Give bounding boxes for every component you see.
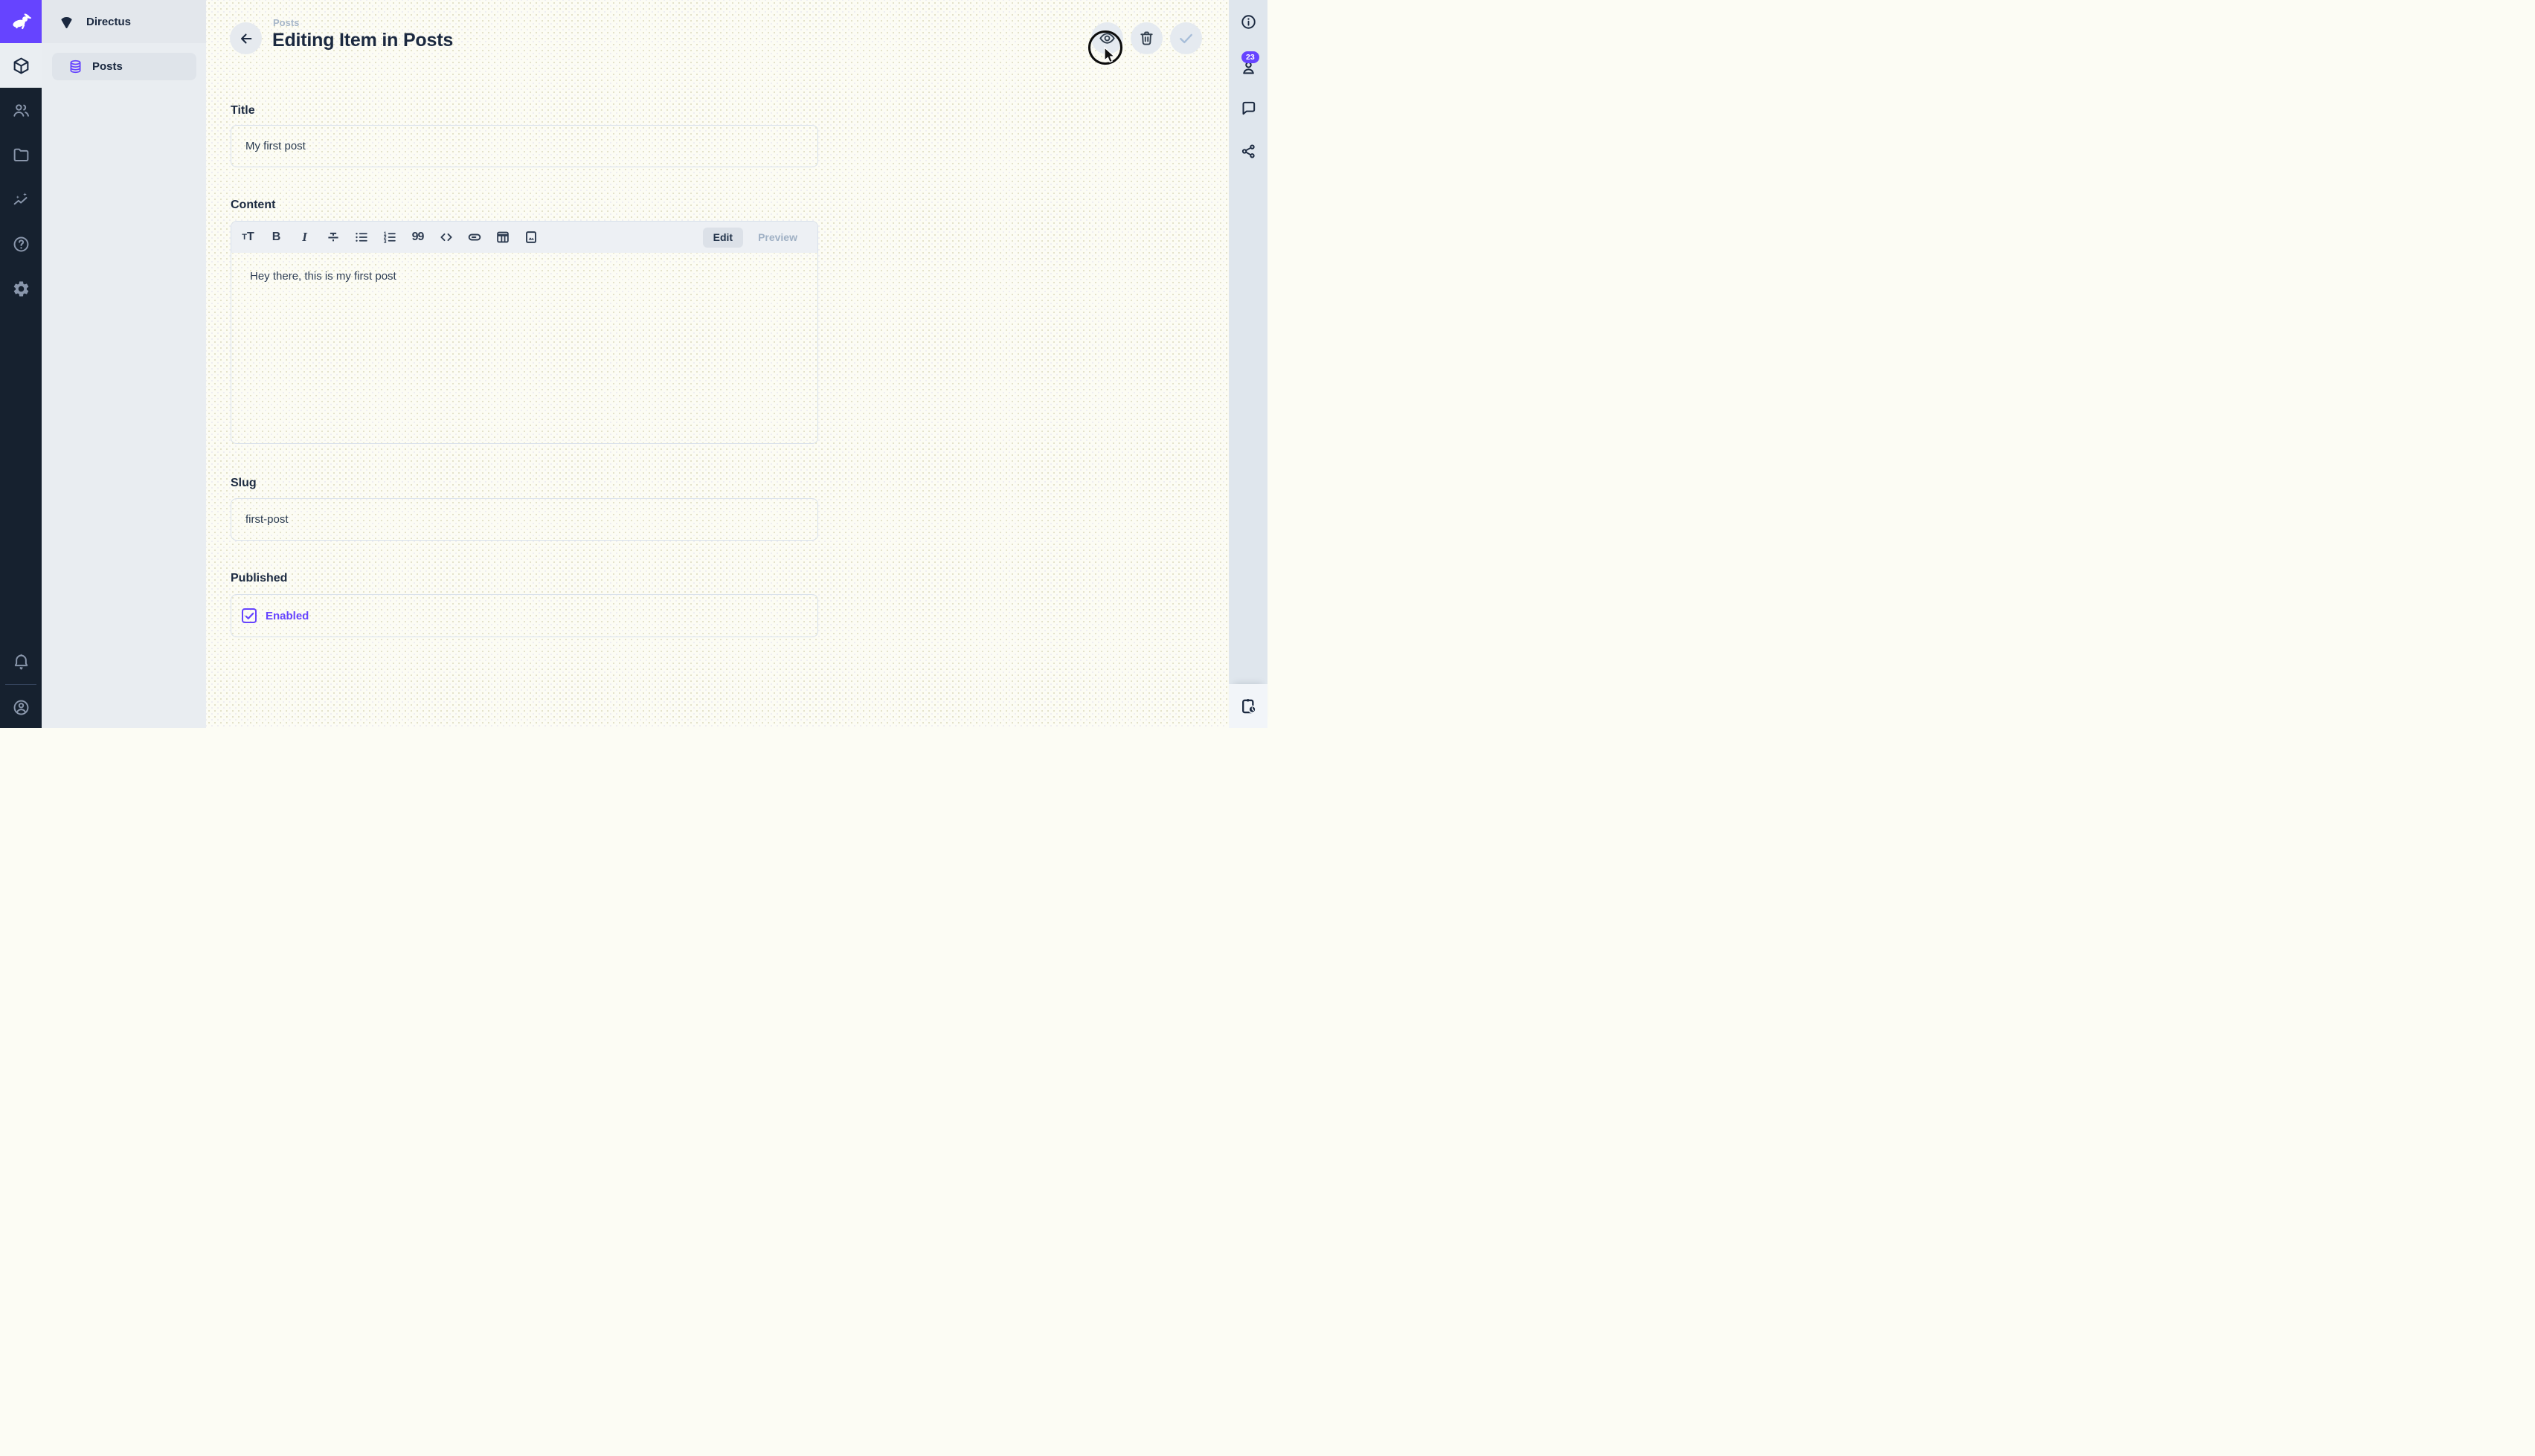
back-button[interactable] <box>230 22 262 54</box>
code-icon <box>438 229 454 245</box>
tab-preview[interactable]: Preview <box>752 231 803 243</box>
header-actions <box>1091 22 1202 54</box>
check-icon <box>1177 30 1195 47</box>
italic-button[interactable]: I <box>295 228 314 247</box>
eye-icon <box>1099 30 1116 47</box>
arrow-left-icon <box>238 30 254 47</box>
info-sidebar-button[interactable] <box>1229 0 1268 43</box>
sidebar-item-posts[interactable]: Posts <box>52 53 196 80</box>
field-content: Content <box>231 199 818 212</box>
account-button[interactable] <box>0 686 42 728</box>
directus-logo[interactable] <box>0 0 42 43</box>
field-title: Title <box>231 104 818 117</box>
gear-icon <box>12 280 30 298</box>
field-slug-label: Slug <box>231 477 818 490</box>
share-icon <box>1240 143 1257 160</box>
save-item-button[interactable] <box>1170 22 1202 54</box>
breadcrumb[interactable]: Posts <box>273 17 299 28</box>
strikethrough-button[interactable] <box>324 228 342 247</box>
notifications-button[interactable] <box>0 641 42 683</box>
content-textarea[interactable]: Hey there, this is my first post <box>231 253 817 300</box>
field-published-control: Enabled <box>231 594 818 637</box>
bullet-list-icon <box>353 229 370 245</box>
bell-icon <box>12 653 30 671</box>
project-sidebar: Directus Posts <box>42 0 206 728</box>
sidebar-item-content-module[interactable] <box>0 43 42 88</box>
title-input[interactable] <box>231 125 818 167</box>
sidebar-item-label: Posts <box>92 60 123 73</box>
slug-input[interactable] <box>231 498 818 541</box>
trash-icon <box>1138 30 1155 47</box>
folder-icon <box>12 146 30 164</box>
field-published-label: Published <box>231 572 818 585</box>
project-header[interactable]: Directus <box>42 0 206 43</box>
help-icon <box>12 235 30 254</box>
delete-item-button[interactable] <box>1131 22 1163 54</box>
text-size-button[interactable]: TT <box>239 228 257 247</box>
field-content-label: Content <box>231 199 818 212</box>
table-button[interactable] <box>493 228 512 247</box>
tab-edit[interactable]: Edit <box>703 228 743 248</box>
field-title-label: Title <box>231 104 818 117</box>
right-sidebar: 23 <box>1229 0 1268 728</box>
bullet-list-button[interactable] <box>352 228 370 247</box>
activity-sidebar-button[interactable]: 23 <box>1229 43 1268 86</box>
preview-item-button[interactable] <box>1091 22 1123 54</box>
numbered-list-icon: 1 2 3 <box>382 229 398 245</box>
editor-toolbar: TT B I <box>231 222 817 253</box>
field-slug-input-wrap <box>231 498 818 541</box>
link-icon <box>466 229 483 245</box>
insights-icon <box>12 190 30 209</box>
svg-text:3: 3 <box>383 239 386 245</box>
sidebar-item-files-module[interactable] <box>0 132 42 177</box>
code-button[interactable] <box>437 228 455 247</box>
account-circle-icon <box>12 698 30 717</box>
field-slug: Slug <box>231 477 818 490</box>
main-content: Posts Editing Item in Posts <box>206 0 1229 728</box>
numbered-list-button[interactable]: 1 2 3 <box>380 228 399 247</box>
info-icon <box>1240 13 1257 30</box>
page-title: Editing Item in Posts <box>272 30 453 51</box>
directus-rabbit-icon <box>9 10 33 33</box>
directus-app: Directus Posts Posts Editing Item in Pos… <box>0 0 1268 728</box>
module-bar-spacer <box>0 311 42 641</box>
field-published: Published <box>231 572 818 585</box>
blockquote-button[interactable]: 99 <box>408 228 427 247</box>
comments-sidebar-button[interactable] <box>1229 86 1268 129</box>
activity-count-badge: 23 <box>1241 51 1259 63</box>
module-bar <box>0 0 42 728</box>
sidebar-item-help-module[interactable] <box>0 222 42 266</box>
clipboard-clock-icon <box>1239 697 1258 715</box>
strikethrough-icon <box>325 229 341 245</box>
shares-sidebar-button[interactable] <box>1229 129 1268 173</box>
database-icon <box>68 59 83 74</box>
content-editor: TT B I <box>231 221 818 444</box>
link-button[interactable] <box>465 228 483 247</box>
published-checkbox[interactable] <box>242 608 257 623</box>
image-button[interactable] <box>521 228 540 247</box>
bold-button[interactable]: B <box>267 228 286 247</box>
sidebar-item-settings-module[interactable] <box>0 266 42 311</box>
fan-icon <box>59 14 74 30</box>
published-checkbox-label[interactable]: Enabled <box>266 610 309 622</box>
sidebar-item-users-module[interactable] <box>0 88 42 132</box>
table-icon <box>495 229 511 245</box>
comment-icon <box>1240 100 1257 117</box>
project-name: Directus <box>86 16 131 28</box>
image-icon <box>523 229 539 245</box>
module-bar-divider <box>5 684 36 685</box>
people-icon <box>12 101 30 120</box>
field-title-input-wrap <box>231 125 818 167</box>
checkbox-check-icon <box>245 611 254 621</box>
sidebar-item-insights-module[interactable] <box>0 177 42 222</box>
box-icon <box>12 57 30 75</box>
revisions-footer-button[interactable] <box>1229 684 1268 728</box>
